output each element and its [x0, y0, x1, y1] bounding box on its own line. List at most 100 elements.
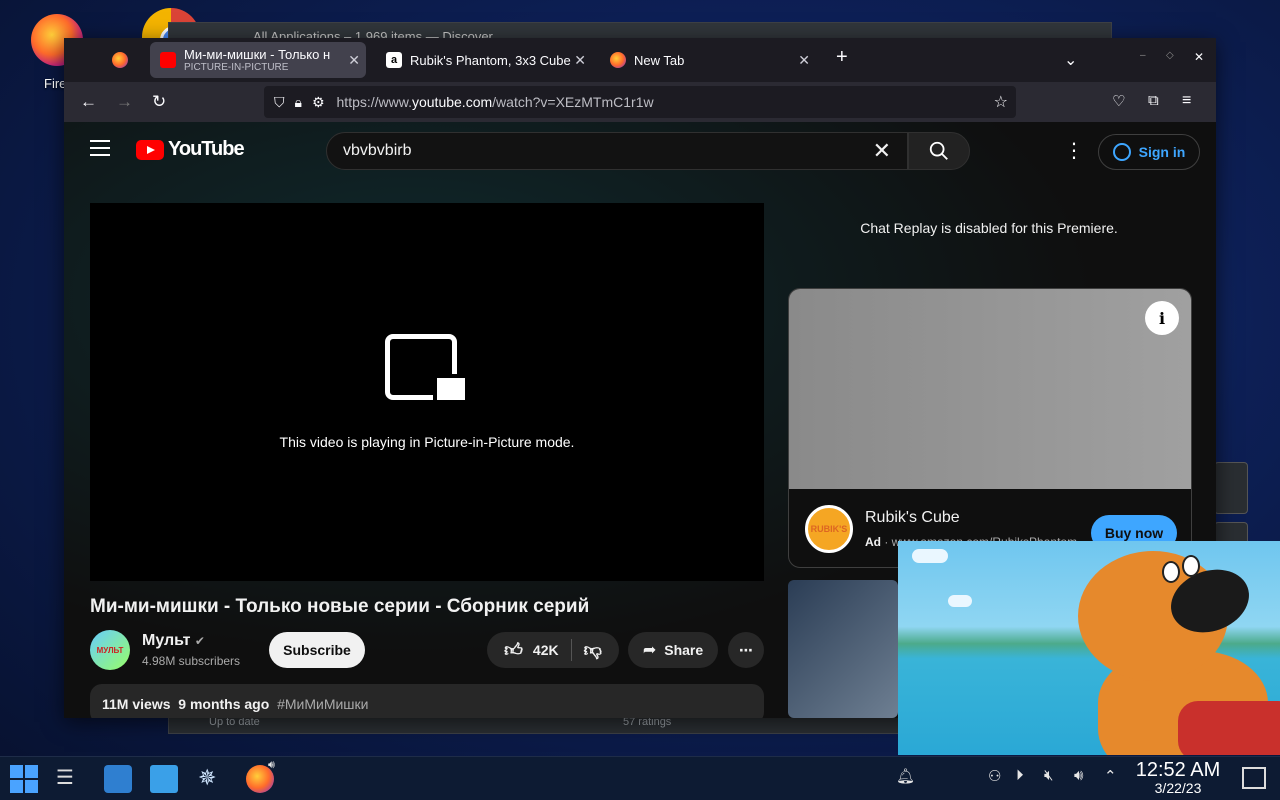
discover-store-icon[interactable] [104, 765, 132, 793]
description-box[interactable]: 11M views 9 months ago #МиМиМишки [90, 684, 764, 718]
tab-title: New Tab [634, 52, 685, 68]
youtube-play-icon [136, 139, 164, 160]
sign-in-label: Sign in [1138, 144, 1186, 160]
start-menu-icon[interactable] [10, 765, 38, 793]
firefox-icon [112, 52, 128, 68]
info-icon[interactable]: i [1145, 301, 1179, 335]
media-player-icon[interactable]: ⏵ [1016, 767, 1024, 784]
search-query: vbvbvbirb [343, 142, 412, 159]
shield-icon[interactable]: ⛉ [274, 94, 285, 111]
cartoon-bear [1078, 541, 1280, 755]
youtube-masthead: YouTube vbvbvbirb ✕ ⋮ Sign in [64, 122, 1216, 178]
volume-icon[interactable]: 🔊︎ [1074, 767, 1083, 784]
thumbs-down-icon: 👎︎ [583, 640, 602, 660]
account-icon [1112, 143, 1131, 161]
close-window-icon[interactable]: ✕ [1194, 50, 1204, 64]
clock-date: 3/22/23 [1154, 780, 1202, 796]
video-player[interactable]: This video is playing in Picture-in-Pict… [90, 203, 764, 581]
video-title: Ми-ми-мишки - Только новые серии - Сборн… [90, 596, 590, 617]
ad-card[interactable]: i RUBIK'S Rubik's Cube Ad · www.amazon.c… [788, 288, 1192, 568]
youtube-favicon-icon [160, 52, 176, 68]
like-button[interactable]: 👍︎ 42K [504, 639, 559, 661]
lock-icon[interactable]: 🔒︎ [295, 94, 302, 111]
close-tab-icon[interactable]: ✕ [574, 52, 586, 69]
file-manager-icon[interactable] [150, 765, 178, 793]
settings-more-icon[interactable]: ⋮ [1064, 138, 1084, 163]
view-count: 11M views [102, 696, 171, 712]
channel-avatar[interactable]: МУЛЬТ [90, 630, 130, 670]
thumbs-up-icon: 👍︎ [504, 640, 523, 660]
ad-title[interactable]: Rubik's Cube [865, 509, 960, 527]
kde-connect-icon[interactable]: ✵ [198, 765, 226, 793]
close-tab-icon[interactable]: ✕ [348, 52, 360, 69]
forward-arrow-icon[interactable]: → [116, 92, 133, 112]
show-desktop-icon[interactable] [1242, 767, 1266, 789]
clock-time: 12:52 AM [1135, 759, 1221, 781]
permissions-icon[interactable]: ⚙ [312, 94, 325, 111]
updates-icon[interactable]: ⚇ [988, 767, 1001, 785]
pocket-icon[interactable]: ♡ [1112, 92, 1125, 110]
clear-search-icon[interactable]: ✕ [873, 138, 891, 164]
system-settings-icon[interactable]: ☰ [56, 765, 84, 793]
close-tab-icon[interactable]: ✕ [798, 52, 810, 69]
subscriber-count: 4.98M subscribers [142, 654, 241, 668]
tab-subtitle: PICTURE-IN-PICTURE [184, 62, 289, 73]
tab-amazon[interactable]: a Rubik's Phantom, 3x3 Cube ✕ [376, 42, 592, 78]
list-all-tabs-chevron-down-icon[interactable]: ⌄ [1064, 50, 1077, 70]
notifications-icon[interactable]: 🔔︎ [896, 767, 915, 785]
subscribe-button[interactable]: Subscribe [269, 632, 365, 668]
cloud-shape [948, 595, 972, 607]
like-dislike-group: 👍︎ 42K 👎︎ [487, 632, 619, 668]
tab-title: Rubik's Phantom, 3x3 Cube [410, 52, 571, 68]
guide-menu-icon[interactable] [90, 140, 110, 156]
firefox-icon [610, 52, 626, 68]
share-arrow-icon: ➦ [642, 642, 657, 659]
cloud-shape [912, 549, 948, 563]
pip-video-window[interactable] [898, 541, 1280, 755]
tray-expand-chevron-icon[interactable]: ⌃ [1104, 767, 1117, 785]
sign-in-button[interactable]: Sign in [1098, 134, 1200, 170]
search-input[interactable]: vbvbvbirb ✕ [326, 132, 908, 170]
new-tab-button[interactable]: + [836, 46, 848, 69]
pip-message: This video is playing in Picture-in-Pict… [279, 434, 575, 450]
tab-new-tab[interactable]: New Tab ✕ [600, 42, 816, 78]
dislike-button[interactable]: 👎︎ [584, 639, 602, 661]
share-button[interactable]: ➦ Share [628, 632, 718, 668]
maximize-icon[interactable]: ◇ [1166, 50, 1174, 61]
tab-title: Ми-ми-мишки - Только н [184, 47, 331, 62]
youtube-logo-text: YouTube [168, 138, 245, 160]
clock[interactable]: 12:52 AM 3/22/23 [1126, 759, 1230, 796]
nav-toolbar: ← → ↻ ⛉ 🔒︎ ⚙ https://www.youtube.com/wat… [64, 82, 1216, 122]
tab-youtube[interactable]: Ми-ми-мишки - Только н PICTURE-IN-PICTUR… [150, 42, 366, 78]
hashtag-link[interactable]: #МиМиМишки [277, 696, 368, 712]
ad-image[interactable]: i [789, 289, 1191, 489]
more-horizontal-icon: ⋯ [739, 641, 753, 658]
minimize-icon[interactable]: – [1140, 50, 1146, 61]
chat-replay-note: Chat Replay is disabled for this Premier… [860, 220, 1118, 236]
share-label: Share [664, 642, 704, 658]
app-menu-icon[interactable]: ≡ [1182, 92, 1191, 110]
channel-name[interactable]: Мульт ✔ [142, 632, 205, 650]
picture-in-picture-icon [385, 334, 469, 404]
recommended-video-thumbnail[interactable] [788, 580, 898, 718]
ad-brand-logo: RUBIK'S [805, 505, 853, 553]
search-icon [929, 141, 948, 160]
side-card [1214, 462, 1248, 514]
bookmark-star-icon[interactable]: ☆ [994, 92, 1008, 112]
amazon-favicon-icon: a [386, 52, 402, 68]
like-count: 42K [532, 642, 559, 658]
tab-firefox-view[interactable] [112, 42, 136, 78]
back-arrow-icon[interactable]: ← [80, 92, 97, 112]
verified-icon: ✔ [194, 634, 205, 648]
audio-playing-icon: 🔊︎ [268, 759, 275, 771]
upload-age: 9 months ago [178, 696, 270, 712]
extensions-icon[interactable]: ⧉ [1148, 92, 1159, 109]
audio-muted-icon[interactable]: 🔇︎ [1044, 767, 1053, 784]
search-button[interactable] [908, 132, 970, 170]
url-bar[interactable]: ⛉ 🔒︎ ⚙ https://www.youtube.com/watch?v=X… [264, 86, 1016, 118]
url-text: https://www.youtube.com/watch?v=XEzMTmC1… [336, 94, 654, 110]
reload-icon[interactable]: ↻ [152, 92, 166, 112]
more-actions-button[interactable]: ⋯ [728, 632, 764, 668]
tab-strip: Ми-ми-мишки - Только н PICTURE-IN-PICTUR… [64, 38, 1216, 82]
youtube-logo[interactable]: YouTube [136, 138, 245, 161]
